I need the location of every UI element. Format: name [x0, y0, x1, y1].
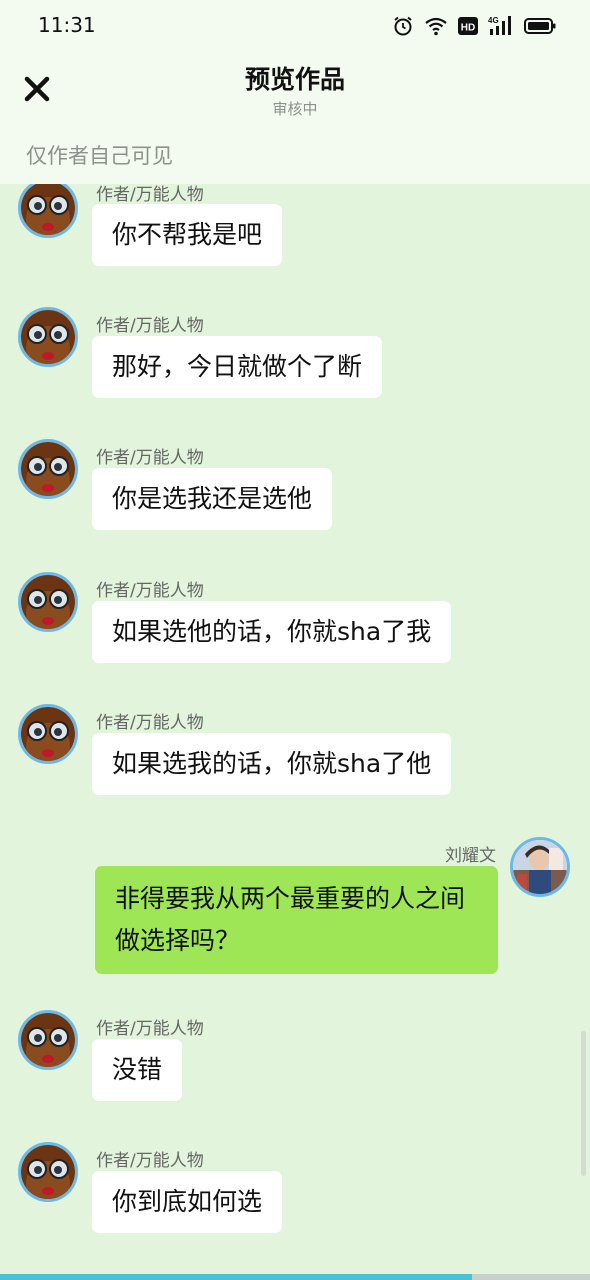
- author-avatar[interactable]: [18, 1142, 78, 1202]
- message-sender: 作者/万能人物: [96, 185, 204, 205]
- reading-progress-bar: [0, 1274, 590, 1280]
- wifi-icon: [425, 17, 447, 36]
- alarm-icon: [394, 16, 412, 36]
- message-sender: 作者/万能人物: [96, 448, 204, 468]
- message-bubble[interactable]: 你到底如何选: [92, 1171, 283, 1233]
- author-avatar[interactable]: [18, 1010, 78, 1070]
- message-bubble[interactable]: 没错: [92, 1039, 183, 1101]
- author-avatar[interactable]: [18, 439, 78, 499]
- review-status: 审核中: [272, 100, 318, 118]
- network-type-label: 4G: [488, 16, 499, 25]
- svg-text:HD: HD: [461, 23, 475, 34]
- message-sender: 作者/万能人物: [96, 713, 204, 733]
- status-bar: 11:31 HD 4G: [0, 0, 590, 52]
- message-bubble-mine[interactable]: 非得要我从两个最重要的人之间做选择吗？: [95, 866, 498, 974]
- reading-progress-fill: [0, 1274, 472, 1280]
- author-avatar[interactable]: [18, 572, 78, 632]
- message-sender: 作者/万能人物: [96, 581, 204, 601]
- message-bubble[interactable]: 你不帮我是吧: [92, 204, 283, 266]
- user-avatar[interactable]: [510, 837, 570, 897]
- message-sender: 作者/万能人物: [96, 1151, 204, 1171]
- page-title: 预览作品: [244, 65, 345, 94]
- message-bubble[interactable]: 如果选我的话，你就sha了他: [92, 733, 452, 795]
- hd-icon: HD: [458, 17, 478, 35]
- visibility-notice: 仅作者自己可见: [26, 144, 173, 168]
- message-sender: 刘耀文: [445, 846, 496, 866]
- battery-icon: [524, 18, 556, 34]
- message-sender: 作者/万能人物: [96, 316, 204, 336]
- status-icons: HD 4G: [392, 14, 556, 38]
- status-time: 11:31: [38, 13, 96, 37]
- top-area: 11:31 HD 4G 预览作品 审核中 仅作者自己可见: [0, 0, 590, 184]
- author-avatar[interactable]: [18, 307, 78, 367]
- message-bubble[interactable]: 你是选我还是选他: [92, 468, 333, 530]
- message-bubble[interactable]: 那好，今日就做个了断: [92, 336, 383, 398]
- author-avatar[interactable]: [18, 184, 78, 238]
- scrollbar-thumb[interactable]: [581, 1031, 586, 1176]
- message-bubble[interactable]: 如果选他的话，你就sha了我: [92, 601, 452, 663]
- chat-list[interactable]: 作者/万能人物 你不帮我是吧 作者/万能人物 那好，今日就做个了断 作者/万能人…: [0, 184, 590, 1280]
- author-avatar[interactable]: [18, 704, 78, 764]
- message-sender: 作者/万能人物: [96, 1019, 204, 1039]
- signal-icon: 4G: [488, 16, 511, 35]
